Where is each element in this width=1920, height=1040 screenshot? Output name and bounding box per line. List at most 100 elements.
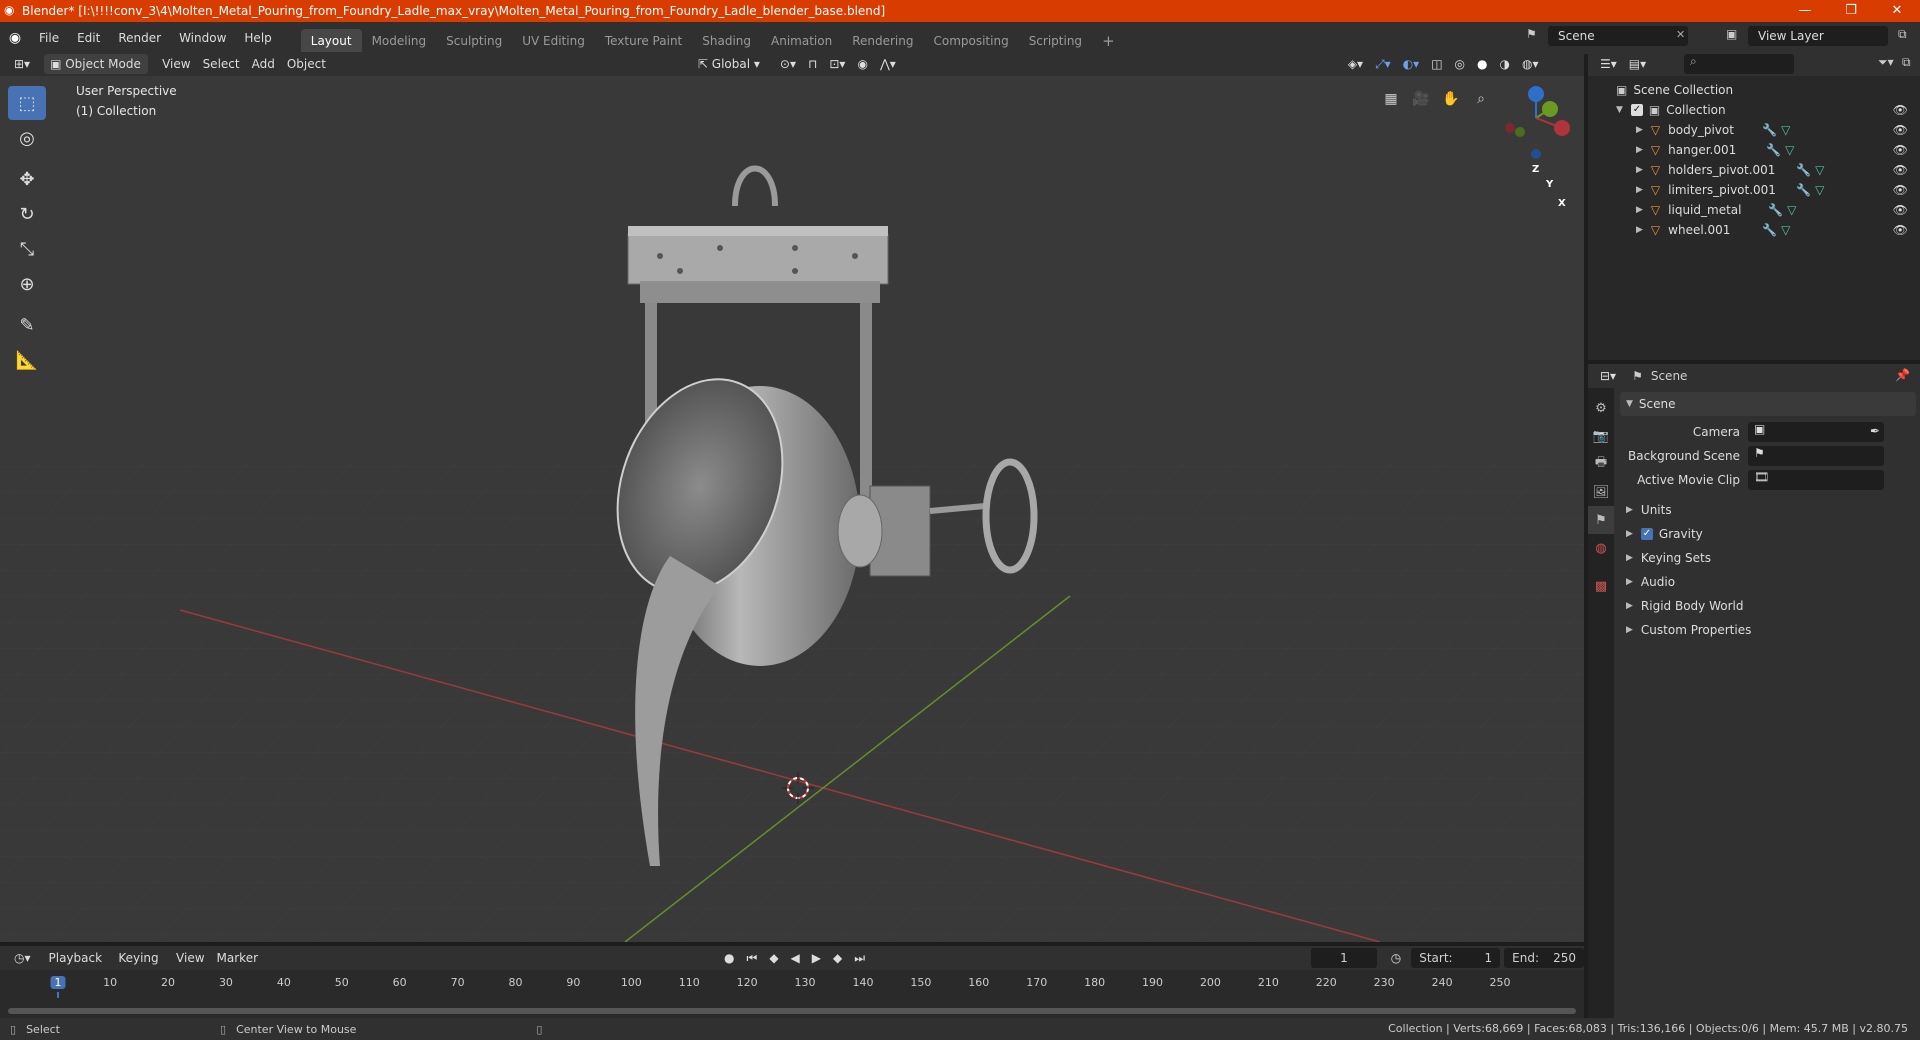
scene-selector-icon[interactable]: ⚑	[1526, 27, 1537, 41]
visibility-icon[interactable]: ◈▾	[1342, 54, 1369, 74]
eye-icon[interactable]: 👁	[1893, 123, 1908, 137]
mesh-data-icon[interactable]: ▽	[1815, 163, 1824, 177]
timeline-ruler[interactable]: 1 10 20 30 40 50 60 70 80 90 100 110 120 130 140 150 160…	[0, 970, 1584, 1018]
panel-collapse-icon[interactable]: ▼	[1626, 399, 1633, 409]
record-icon[interactable]: ●	[718, 948, 740, 968]
wireframe-shading-icon[interactable]: ◎	[1449, 54, 1471, 74]
outliner-object-row[interactable]: ▶ ▽ limiters_pivot.001 🔧 ▽ 👁	[1588, 180, 1920, 200]
close-button[interactable]: ✕	[1874, 0, 1920, 22]
marker-menu[interactable]: Marker	[211, 948, 264, 968]
add-menu[interactable]: Add	[246, 54, 281, 74]
pan-hand-icon[interactable]: ✋	[1438, 86, 1464, 112]
cursor-tool-icon[interactable]: ◎	[8, 121, 46, 155]
modifier-wrench-icon[interactable]: 🔧	[1796, 163, 1811, 177]
active-movie-clip-field[interactable]: 🎞	[1748, 470, 1884, 490]
output-tab-icon[interactable]: 🖶	[1588, 450, 1614, 478]
section-expand-icon[interactable]: ▶	[1626, 577, 1633, 587]
expand-chevron-icon[interactable]: ▶	[1636, 225, 1643, 235]
zoom-icon[interactable]: ⌕	[1468, 86, 1494, 112]
editor-type-icon[interactable]: ⊞▾	[8, 54, 36, 74]
tab-scripting[interactable]: Scripting	[1019, 29, 1092, 53]
section-expand-icon[interactable]: ▶	[1626, 601, 1633, 611]
tab-rendering[interactable]: Rendering	[842, 29, 923, 53]
navigation-gizmo[interactable]	[1505, 86, 1570, 159]
modifier-wrench-icon[interactable]: 🔧	[1768, 203, 1783, 217]
next-keyframe-icon[interactable]: ◆	[827, 948, 848, 968]
menu-window[interactable]: Window	[170, 26, 235, 50]
section-expand-icon[interactable]: ▶	[1626, 529, 1633, 539]
timeline-scrollbar[interactable]	[8, 1008, 1576, 1014]
xray-icon[interactable]: ◫	[1425, 54, 1448, 74]
expand-chevron-icon[interactable]: ▶	[1636, 205, 1643, 215]
display-mode-icon[interactable]: ▤▾	[1623, 54, 1652, 74]
auto-keying-icon[interactable]: ◷	[1385, 948, 1407, 968]
outliner-object-row[interactable]: ▶ ▽ hanger.001 🔧 ▽ 👁	[1588, 140, 1920, 160]
background-scene-field[interactable]: ⚑	[1748, 446, 1884, 466]
select-box-tool-icon[interactable]: ⬚	[8, 86, 46, 120]
annotate-tool-icon[interactable]: ✎	[8, 308, 46, 342]
outliner-search-input[interactable]: ⌕	[1684, 54, 1794, 74]
expand-chevron-icon[interactable]: ▼	[1616, 105, 1623, 115]
gravity-checkbox[interactable]: ✓	[1640, 528, 1653, 540]
mesh-data-icon[interactable]: ▽	[1785, 143, 1794, 157]
proportional-edit-icon[interactable]: ◉	[851, 54, 873, 74]
timeline-view-menu[interactable]: View	[170, 948, 210, 968]
modifier-wrench-icon[interactable]: 🔧	[1796, 183, 1811, 197]
modifier-wrench-icon[interactable]: 🔧	[1762, 223, 1777, 237]
world-tab-icon[interactable]: ◍	[1588, 534, 1614, 562]
mesh-data-icon[interactable]: ▽	[1815, 183, 1824, 197]
material-shading-icon[interactable]: ◑	[1494, 54, 1516, 74]
tab-modeling[interactable]: Modeling	[362, 29, 437, 53]
mesh-data-icon[interactable]: ▽	[1787, 203, 1796, 217]
tab-uv-editing[interactable]: UV Editing	[512, 29, 595, 53]
tab-compositing[interactable]: Compositing	[923, 29, 1018, 53]
section-expand-icon[interactable]: ▶	[1626, 553, 1633, 563]
expand-chevron-icon[interactable]: ▶	[1636, 145, 1643, 155]
move-tool-icon[interactable]: ✥	[8, 162, 46, 196]
scene-tab-icon[interactable]: ⚑	[1588, 506, 1614, 534]
falloff-icon[interactable]: ⋀▾	[874, 54, 902, 74]
rotate-tool-icon[interactable]: ↻	[8, 197, 46, 231]
view-layer-tab-icon[interactable]: 🖼	[1588, 478, 1614, 506]
mode-dropdown[interactable]: ▣ Object Mode ▾	[44, 54, 149, 91]
blender-menu-icon[interactable]: ◉	[0, 30, 30, 46]
3d-viewport[interactable]: Z Y X User Perspective (1) Collection ▦ …	[0, 76, 1584, 942]
solid-shading-icon[interactable]: ●	[1471, 54, 1493, 74]
collection-checkbox[interactable]: ✓	[1630, 104, 1643, 116]
properties-editor-type-icon[interactable]: ⊟▾	[1594, 366, 1622, 386]
tab-sculpting[interactable]: Sculpting	[436, 29, 512, 53]
menu-edit[interactable]: Edit	[68, 26, 109, 50]
outliner-scene-collection[interactable]: ▣ Scene Collection	[1588, 80, 1920, 100]
camera-view-icon[interactable]: 🎥	[1408, 86, 1434, 112]
texture-tab-icon[interactable]: ▩	[1588, 572, 1614, 600]
minimize-button[interactable]: —	[1782, 0, 1828, 22]
view-layer-new-icon[interactable]: ⧉	[1898, 27, 1907, 42]
menu-help[interactable]: Help	[235, 26, 280, 50]
section-expand-icon[interactable]: ▶	[1626, 625, 1633, 635]
modifier-wrench-icon[interactable]: 🔧	[1766, 143, 1781, 157]
modifier-wrench-icon[interactable]: 🔧	[1762, 123, 1777, 137]
timeline-track[interactable]	[0, 998, 1584, 1018]
scale-tool-icon[interactable]: ⤡	[8, 232, 46, 266]
expand-chevron-icon[interactable]: ▶	[1636, 165, 1643, 175]
filter-icon[interactable]: ⏷▾	[1878, 55, 1894, 70]
tab-texture-paint[interactable]: Texture Paint	[595, 29, 692, 53]
outliner-object-row[interactable]: ▶ ▽ holders_pivot.001 🔧 ▽ 👁	[1588, 160, 1920, 180]
mesh-data-icon[interactable]: ▽	[1781, 123, 1790, 137]
overlay-icon[interactable]: ◐▾	[1397, 54, 1426, 74]
scene-name-field[interactable]: Scene	[1548, 26, 1688, 46]
outliner-object-row[interactable]: ▶ ▽ wheel.001 🔧 ▽ 👁	[1588, 220, 1920, 240]
view-layer-field[interactable]: View Layer	[1748, 26, 1888, 46]
outliner-collection[interactable]: ▼ ✓ ▣ Collection 👁	[1588, 100, 1920, 120]
gravity-section[interactable]: ▶ ✓ Gravity	[1620, 522, 1916, 546]
outliner-editor-type-icon[interactable]: ☰▾	[1594, 54, 1623, 74]
tab-shading[interactable]: Shading	[692, 29, 761, 53]
snap-target-icon[interactable]: ⊡▾	[823, 54, 851, 74]
tab-layout[interactable]: Layout	[300, 29, 362, 53]
expand-chevron-icon[interactable]: ▶	[1636, 185, 1643, 195]
jump-end-icon[interactable]: ⏭	[848, 948, 871, 968]
tool-tab-icon[interactable]: ⚙	[1588, 394, 1614, 422]
rendered-shading-icon[interactable]: ◍▾	[1516, 54, 1545, 74]
play-reverse-icon[interactable]: ◀	[785, 948, 806, 968]
object-menu[interactable]: Object	[281, 54, 332, 74]
